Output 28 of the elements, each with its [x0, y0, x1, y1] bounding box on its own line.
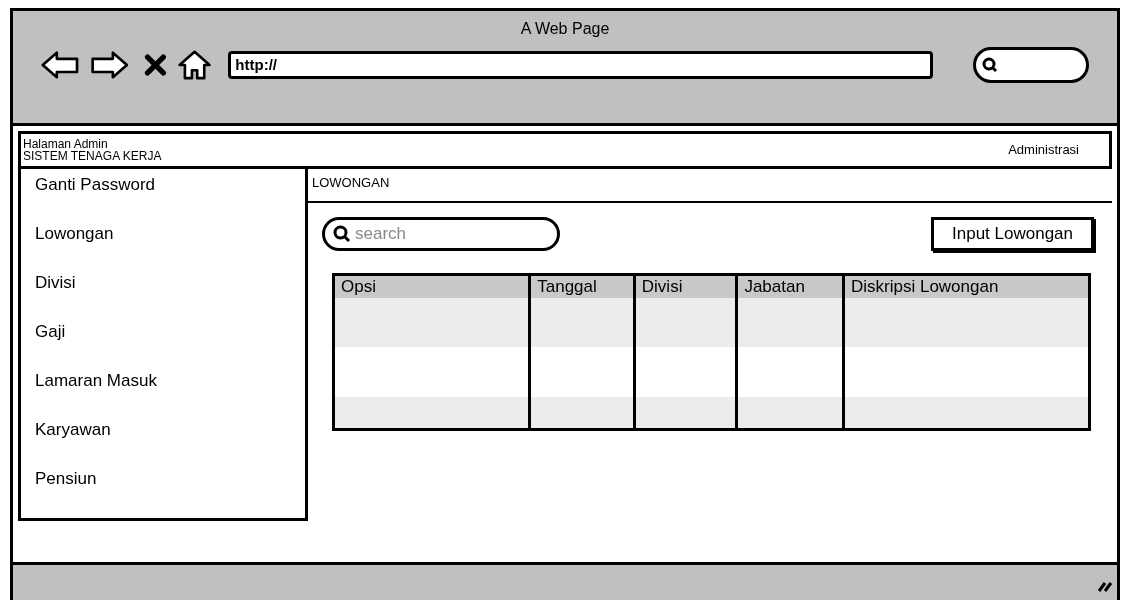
search-input[interactable]: search — [355, 221, 535, 247]
admin-menu-link[interactable]: Administrasi — [1008, 140, 1079, 160]
column-header: Divisi — [635, 276, 736, 298]
search-field[interactable]: search — [322, 217, 560, 251]
column-header: Tanggal — [531, 276, 633, 298]
sidebar-item[interactable]: Gaji — [35, 320, 305, 344]
home-icon[interactable] — [177, 48, 213, 82]
sidebar-item[interactable]: Divisi — [35, 271, 305, 295]
column-header: Jabatan — [738, 276, 842, 298]
sidebar-item[interactable]: Karyawan — [35, 418, 305, 442]
column-header: Opsi — [335, 276, 529, 298]
sidebar-item[interactable]: Ganti Password — [35, 173, 305, 197]
close-icon[interactable] — [144, 52, 168, 78]
sidebar-item[interactable]: Lowongan — [35, 222, 305, 246]
header-title: SISTEM TENAGA KERJA — [23, 150, 162, 162]
sidebar-item[interactable]: Lamaran Masuk — [35, 369, 305, 393]
back-arrow-icon[interactable] — [41, 48, 80, 82]
sidebar-item[interactable]: Pensiun — [35, 467, 305, 491]
search-icon — [982, 57, 999, 73]
section-heading: LOWONGAN — [308, 169, 1112, 203]
search-field[interactable] — [973, 47, 1089, 83]
header-subtitle: Halaman Admin — [23, 138, 109, 150]
search-icon — [333, 225, 351, 243]
resize-grip-icon — [1097, 579, 1113, 593]
address-field[interactable]: http:// — [228, 51, 934, 79]
input-lowongan-button[interactable]: Input Lowongan — [931, 217, 1094, 251]
column-header: Diskripsi Lowongan — [845, 276, 1088, 298]
window-title: A Web Page — [520, 19, 610, 39]
